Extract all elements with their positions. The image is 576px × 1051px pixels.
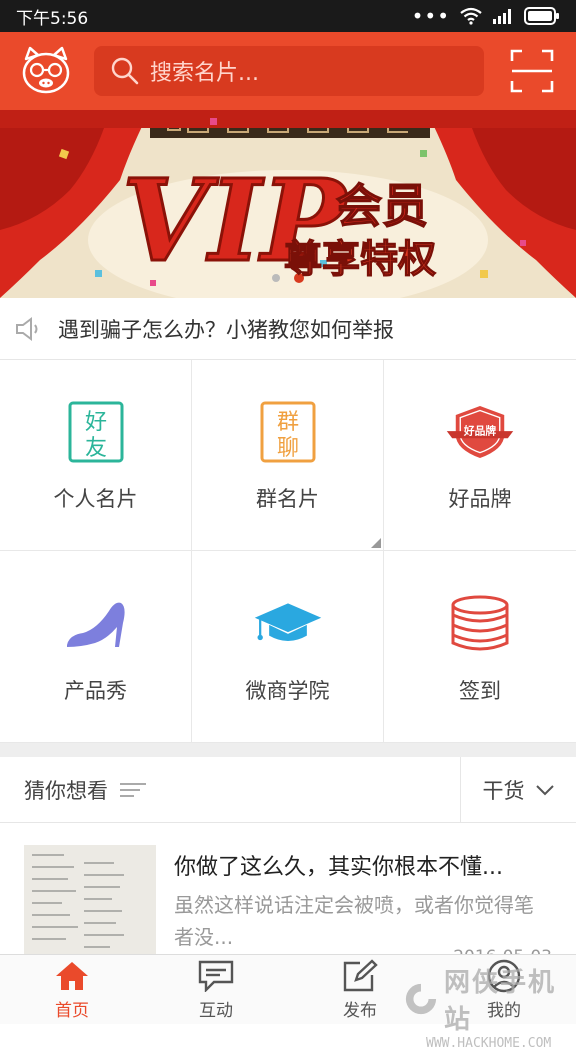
tab-home[interactable]: 首页 <box>0 955 144 1024</box>
grid-item-label: 微商学院 <box>245 678 330 703</box>
pig-logo-icon[interactable] <box>20 45 72 97</box>
grid-item-checkin[interactable]: 签到 <box>384 551 576 743</box>
grid-item-label: 个人名片 <box>53 487 138 511</box>
grid-item-product-show[interactable]: 产品秀 <box>0 551 192 743</box>
article-list-item[interactable]: 你做了这么久，其实你根本不懂... 虽然这样说话注定会被喷，或者你觉得笔者没..… <box>0 823 576 967</box>
section-title: 猜你想看 <box>0 775 460 805</box>
grid-item-label: 好品牌 <box>448 487 512 511</box>
watermark-url: WWW.HACKHOME.COM <box>426 1036 552 1051</box>
svg-text:聊: 聊 <box>276 436 298 461</box>
grid-item-label: 产品秀 <box>64 678 127 703</box>
svg-text:群: 群 <box>276 410 298 435</box>
tab-label: 首页 <box>55 1001 89 1021</box>
grid-item-label: 签到 <box>459 678 501 703</box>
search-placeholder: 搜索名片... <box>150 61 259 86</box>
article-body: 你做了这么久，其实你根本不懂... 虽然这样说话注定会被喷，或者你觉得笔者没..… <box>174 845 552 967</box>
chevron-down-icon <box>535 784 554 795</box>
status-bar: 下午5:56 ••• <box>0 0 576 32</box>
article-thumbnail <box>24 845 156 954</box>
grid-item-group-card[interactable]: 群 聊 群名片 <box>192 360 384 551</box>
speaker-icon <box>14 316 42 342</box>
article-title: 你做了这么久，其实你根本不懂... <box>174 855 503 880</box>
edit-icon <box>342 958 378 994</box>
grid-item-wechat-academy[interactable]: 微商学院 <box>192 551 384 743</box>
top-header: 搜索名片... <box>0 32 576 110</box>
filter-label: 干货 <box>482 778 525 803</box>
haoyou-icon: 好 友 <box>61 397 131 467</box>
svg-text:友: 友 <box>84 436 106 461</box>
search-icon <box>111 57 139 85</box>
scan-icon <box>510 49 554 93</box>
category-filter-dropdown[interactable]: 干货 <box>460 756 576 823</box>
high-heel-icon <box>61 589 131 659</box>
chat-icon <box>198 958 234 994</box>
wifi-icon <box>460 7 482 25</box>
status-time: 下午5:56 <box>16 8 89 29</box>
notice-text: 遇到骗子怎么办？小猪教您如何举报 <box>58 317 394 342</box>
list-icon <box>120 782 146 797</box>
svg-text:好品牌: 好品牌 <box>463 425 497 438</box>
profile-icon <box>486 958 522 994</box>
tab-publish[interactable]: 发布 <box>288 955 432 1024</box>
tab-label: 互动 <box>199 1001 233 1021</box>
tab-mine[interactable]: 我的 <box>432 955 576 1024</box>
status-icons: ••• <box>412 4 560 28</box>
qunliao-icon: 群 聊 <box>253 397 323 467</box>
svg-text:好: 好 <box>84 410 106 435</box>
scan-button[interactable] <box>508 47 556 95</box>
banner-subtitle-2: 尊享特权 <box>284 237 436 281</box>
banner-subtitle-1: 会员 <box>336 179 428 233</box>
vip-banner[interactable]: VIP 会员 尊享特权 <box>0 110 576 298</box>
brand-badge-icon: 好品牌 <box>445 397 515 467</box>
tab-interact[interactable]: 互动 <box>144 955 288 1024</box>
signal-icon <box>493 9 511 24</box>
article-description: 虽然这样说话注定会被喷，或者你觉得笔者没... <box>174 893 534 949</box>
notice-bar[interactable]: 遇到骗子怎么办？小猪教您如何举报 <box>0 298 576 360</box>
recommend-section-header: 猜你想看 干货 <box>0 756 576 823</box>
tab-label: 我的 <box>487 1001 521 1021</box>
feature-grid: 好 友 个人名片 群 聊 群名片 好品牌 好品牌 产品秀 微商学院 签到 <box>0 360 576 743</box>
tab-label: 发布 <box>343 1001 377 1021</box>
more-dots-icon: ••• <box>411 4 450 28</box>
bottom-tab-bar: 首页 互动 发布 我的 <box>0 954 576 1024</box>
search-input[interactable]: 搜索名片... <box>94 46 484 96</box>
grid-item-personal-card[interactable]: 好 友 个人名片 <box>0 360 192 551</box>
section-title-text: 猜你想看 <box>24 778 108 803</box>
graduation-cap-icon <box>253 589 323 659</box>
home-icon <box>54 958 90 994</box>
corner-mark-icon <box>371 538 381 548</box>
battery-icon <box>524 7 559 25</box>
coins-icon <box>445 589 515 659</box>
section-divider <box>0 743 576 757</box>
grid-item-label: 群名片 <box>256 487 319 511</box>
grid-item-good-brand[interactable]: 好品牌 好品牌 <box>384 360 576 551</box>
